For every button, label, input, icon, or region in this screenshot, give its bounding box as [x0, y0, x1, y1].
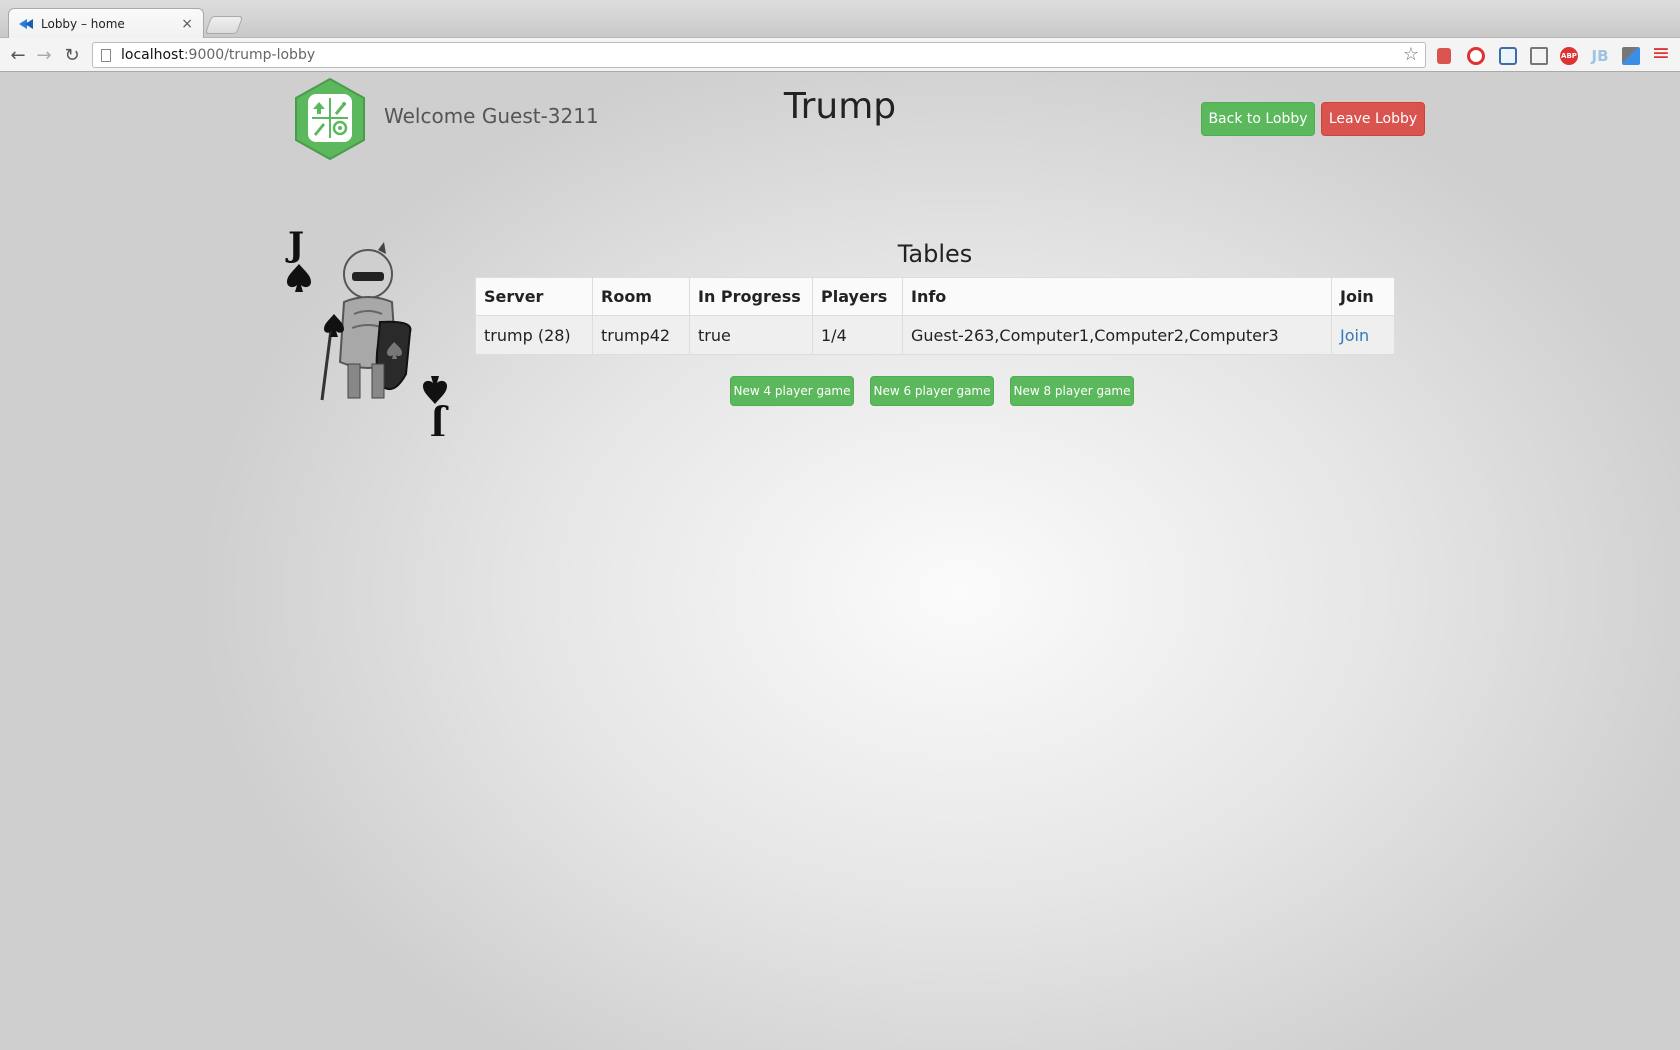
jetbrains-icon[interactable]: JB — [1591, 47, 1609, 65]
address-bar[interactable]: localhost:9000/trump-lobby ☆ — [92, 42, 1426, 68]
new-tab-button[interactable] — [204, 16, 244, 34]
cell-info: Guest-263,Computer1,Computer2,Computer3 — [902, 315, 1332, 355]
cell-players: 1/4 — [812, 315, 903, 355]
new-4-player-game-button[interactable]: New 4 player game — [730, 376, 854, 406]
column-header-in-progress: In Progress — [689, 277, 813, 316]
back-to-lobby-button[interactable]: Back to Lobby — [1201, 102, 1315, 136]
devtools-extension-icon[interactable] — [1622, 47, 1640, 65]
leave-lobby-button[interactable]: Leave Lobby — [1321, 102, 1425, 136]
welcome-text: Welcome Guest-3211 — [384, 104, 599, 128]
app-logo-icon — [295, 78, 365, 160]
table-row: trump (28) trump42 true 1/4 Guest-263,Co… — [475, 315, 1395, 355]
adblock-icon[interactable]: ABP — [1560, 47, 1578, 65]
cell-room: trump42 — [592, 315, 690, 355]
page-icon — [101, 48, 111, 62]
cast-icon[interactable] — [1530, 47, 1548, 65]
tables-heading: Tables — [897, 240, 973, 268]
cell-server: trump (28) — [475, 315, 593, 355]
tab-title: Lobby – home — [41, 17, 125, 31]
jack-of-spades-knight-icon: J J — [285, 225, 449, 436]
url-path: :9000/trump-lobby — [183, 47, 316, 63]
page-title: Trump — [783, 86, 897, 127]
column-header-players: Players — [812, 277, 903, 316]
column-header-join: Join — [1331, 277, 1395, 316]
new-8-player-game-button[interactable]: New 8 player game — [1010, 376, 1134, 406]
join-link[interactable]: Join — [1340, 326, 1369, 345]
browser-tab[interactable]: Lobby – home × — [8, 8, 204, 39]
page-content: Welcome Guest-3211 Trump Back to Lobby L… — [0, 72, 1680, 1050]
svg-text:J: J — [430, 403, 449, 436]
back-icon[interactable]: ← — [6, 43, 30, 67]
new-6-player-game-button[interactable]: New 6 player game — [870, 376, 994, 406]
url-host: localhost — [121, 47, 184, 63]
close-tab-icon[interactable]: × — [181, 16, 193, 32]
table-header-row: Server Room In Progress Players Info Joi… — [475, 277, 1395, 316]
new-game-actions: New 4 player game New 6 player game New … — [730, 376, 1140, 406]
column-header-info: Info — [902, 277, 1332, 316]
cell-in-progress: true — [689, 315, 813, 355]
column-header-server: Server — [475, 277, 593, 316]
column-header-room: Room — [592, 277, 690, 316]
bookmark-extension-icon[interactable] — [1437, 48, 1451, 64]
power-extension-icon[interactable] — [1467, 47, 1485, 65]
screen-capture-icon[interactable] — [1499, 47, 1517, 65]
browser-tab-strip: Lobby – home × — [0, 0, 1680, 39]
reload-icon[interactable]: ↻ — [60, 43, 84, 67]
favicon-icon — [19, 18, 35, 30]
tables-table: Server Room In Progress Players Info Joi… — [475, 277, 1395, 355]
cell-join: Join — [1331, 315, 1395, 355]
bookmark-star-icon[interactable]: ☆ — [1403, 44, 1419, 65]
forward-icon[interactable]: → — [32, 43, 56, 67]
menu-icon[interactable]: ≡ — [1652, 41, 1670, 66]
browser-toolbar: ← → ↻ localhost:9000/trump-lobby ☆ ABP J… — [0, 38, 1680, 72]
svg-text:J: J — [285, 225, 304, 265]
